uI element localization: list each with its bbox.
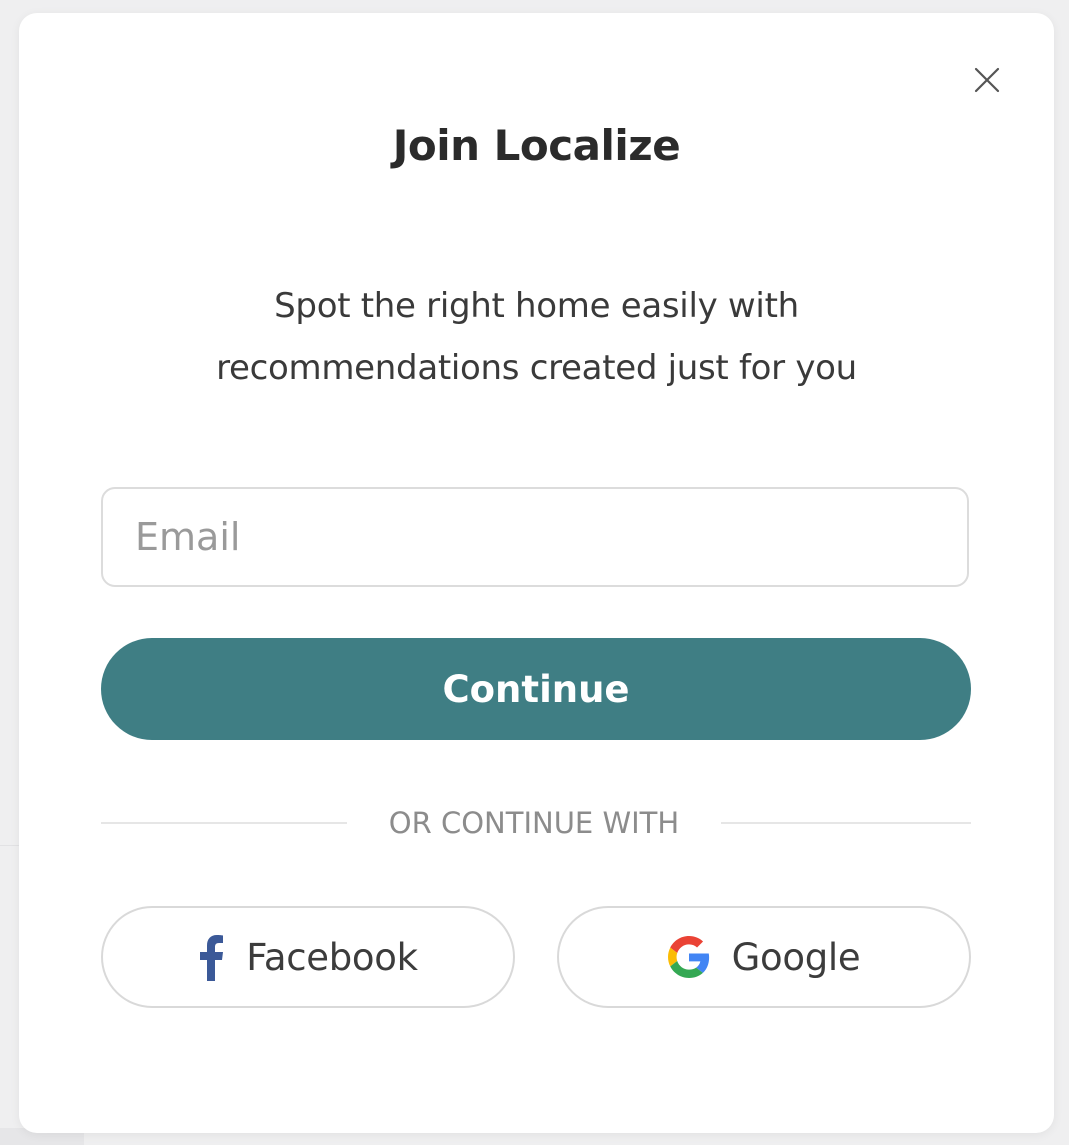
divider-line-right <box>721 822 971 824</box>
google-label: Google <box>731 935 861 979</box>
facebook-icon <box>198 933 224 981</box>
modal-title: Join Localize <box>392 121 681 170</box>
google-icon <box>667 936 710 978</box>
facebook-button[interactable]: Facebook <box>101 906 515 1008</box>
divider-text: OR CONTINUE WITH <box>388 806 680 840</box>
close-button[interactable] <box>967 63 1007 97</box>
signup-modal: Join Localize Spot the right home easily… <box>19 13 1054 1133</box>
email-field[interactable] <box>101 487 969 587</box>
subtitle-line-2: recommendations created just for you <box>216 348 857 388</box>
continue-button[interactable]: Continue <box>101 638 971 740</box>
modal-subtitle: Spot the right home easily with recommen… <box>169 275 904 399</box>
subtitle-line-1: Spot the right home easily with <box>274 286 799 326</box>
facebook-label: Facebook <box>246 935 418 979</box>
social-divider: OR CONTINUE WITH <box>101 801 971 845</box>
google-button[interactable]: Google <box>557 906 971 1008</box>
close-icon <box>974 67 1000 93</box>
divider-line-left <box>101 822 347 824</box>
